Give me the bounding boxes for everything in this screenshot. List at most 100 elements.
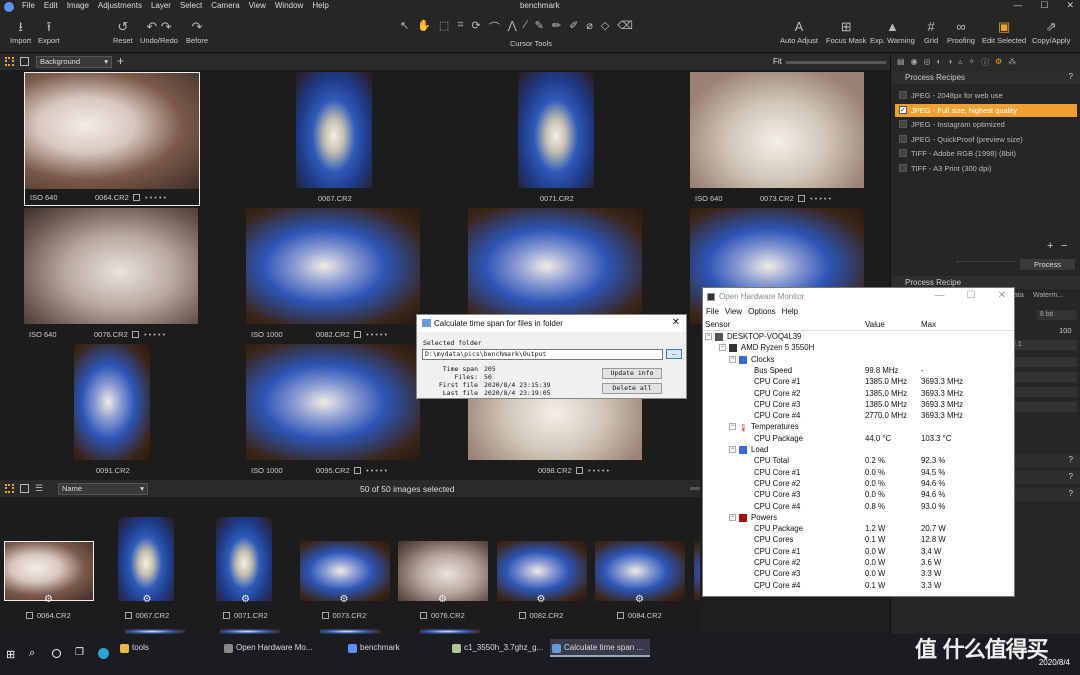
select-checkbox[interactable] bbox=[223, 612, 230, 619]
reset-button[interactable]: ↺ Reset bbox=[113, 19, 133, 45]
sensor-row[interactable]: CPU Core #3 0.0 W 3.3 W bbox=[703, 568, 1014, 579]
sensor-row[interactable]: − Load bbox=[703, 444, 1014, 455]
sensor-row[interactable]: − AMD Ryzen 5 3550H bbox=[703, 342, 1014, 353]
cursor-tool-icon[interactable]: ◇ bbox=[601, 19, 609, 35]
panel-select[interactable] bbox=[1009, 387, 1077, 397]
process-recipes-header[interactable]: Process Recipes ? bbox=[891, 71, 1080, 84]
photo-thumbnail[interactable] bbox=[4, 541, 94, 601]
filmstrip-item[interactable]: ⚙ 0082.CR2 bbox=[496, 505, 587, 623]
rating-stars[interactable]: ••••• bbox=[810, 194, 833, 203]
sensor-row[interactable]: − DESKTOP-VOQ4L39 bbox=[703, 331, 1014, 342]
image-thumbnail-cell[interactable]: ISO 1000 0082.CR2 ••••• bbox=[246, 208, 422, 342]
cursor-tool-icon[interactable]: ⌒ bbox=[489, 19, 500, 35]
cursor-tool-icon[interactable]: ↖ bbox=[400, 19, 409, 35]
cursor-tool-icon[interactable]: ✐ bbox=[569, 19, 578, 35]
proofing-button[interactable]: ∞ Proofing bbox=[947, 19, 975, 45]
cursor-tool-icon[interactable]: ⟳ bbox=[472, 19, 481, 35]
expand-toggle-icon[interactable]: − bbox=[729, 513, 736, 521]
exposure-tab-icon[interactable]: ◐ bbox=[937, 57, 942, 67]
watermark-tab[interactable]: Waterm... bbox=[1033, 292, 1063, 299]
close-icon[interactable]: ✕ bbox=[998, 290, 1006, 301]
panel-section[interactable]: ? bbox=[1009, 454, 1080, 467]
expand-toggle-icon[interactable]: − bbox=[719, 344, 726, 352]
update-info-button[interactable]: Update info bbox=[602, 368, 662, 379]
filmstrip-view-icon[interactable] bbox=[20, 484, 29, 493]
cursor-tool-icon[interactable]: ✏ bbox=[552, 19, 561, 35]
photo-thumbnail[interactable] bbox=[246, 344, 420, 460]
cursor-tool-icon[interactable]: ⋀ bbox=[508, 19, 517, 35]
photo-thumbnail[interactable] bbox=[117, 517, 174, 601]
photo-thumbnail[interactable] bbox=[398, 541, 488, 601]
recipe-item[interactable]: TIFF - A3 Print (300 dpi) bbox=[895, 162, 1077, 175]
close-icon[interactable]: ✕ bbox=[672, 317, 680, 328]
sensor-row[interactable]: − Clocks bbox=[703, 354, 1014, 365]
select-checkbox[interactable] bbox=[576, 467, 583, 474]
lens-tab-icon[interactable]: ◎ bbox=[924, 57, 931, 67]
taskbar-item[interactable]: tools bbox=[118, 639, 216, 657]
menu-item-help[interactable]: Help bbox=[312, 1, 328, 10]
menu-item-edit[interactable]: Edit bbox=[44, 1, 58, 10]
menu-item-camera[interactable]: Camera bbox=[211, 1, 239, 10]
process-button[interactable]: Process bbox=[1020, 259, 1075, 270]
filmstrip-item[interactable]: ⚙ 0084.CR2 bbox=[595, 505, 685, 623]
filmstrip-item[interactable]: ⚙ 0067.CR2 bbox=[103, 505, 193, 623]
taskbar-item[interactable]: Open Hardware Mo... bbox=[222, 639, 340, 657]
panel-section[interactable]: ? bbox=[1009, 488, 1080, 501]
rating-stars[interactable]: ••••• bbox=[366, 330, 389, 339]
photo-thumbnail[interactable] bbox=[216, 517, 272, 601]
panel-select[interactable] bbox=[1009, 372, 1077, 382]
expand-toggle-icon[interactable]: − bbox=[729, 355, 736, 363]
help-icon[interactable]: ? bbox=[1069, 72, 1073, 81]
cursor-tool-icon[interactable]: ✋ bbox=[417, 19, 431, 35]
task-view-icon[interactable]: ❐ bbox=[75, 647, 84, 658]
photo-thumbnail[interactable] bbox=[246, 208, 420, 324]
photo-thumbnail[interactable] bbox=[299, 541, 390, 601]
cursor-tool-icon[interactable]: ⌀ bbox=[586, 19, 593, 35]
sensor-row[interactable]: CPU Core #3 0.0 % 94.6 % bbox=[703, 489, 1014, 500]
sensor-row[interactable]: CPU Core #2 1385.0 MHz 3693.3 MHz bbox=[703, 388, 1014, 399]
folder-path-input[interactable]: D:\mydata\pics\benchmark\Output bbox=[422, 349, 663, 360]
sensor-row[interactable]: CPU Core #1 1385.0 MHz 3693.3 MHz bbox=[703, 376, 1014, 387]
sensor-row[interactable]: − Powers bbox=[703, 512, 1014, 523]
collection-select[interactable]: Background ▾ bbox=[36, 56, 112, 68]
recipe-item[interactable]: ✓ JPEG - Full size, highest quality bbox=[895, 103, 1077, 117]
select-checkbox[interactable] bbox=[354, 331, 361, 338]
photo-thumbnail[interactable] bbox=[24, 208, 198, 324]
sensor-row[interactable]: CPU Core #1 0.0 % 94.5 % bbox=[703, 467, 1014, 478]
cursor-tool-icon[interactable]: ✎ bbox=[535, 19, 544, 35]
color-tab-icon[interactable]: ◑ bbox=[947, 57, 952, 67]
sensor-row[interactable]: CPU Package 1.2 W 20.7 W bbox=[703, 523, 1014, 534]
cursor-tool-icon[interactable]: ∕ bbox=[525, 19, 527, 35]
details-tab-icon[interactable]: ▵ bbox=[958, 57, 962, 67]
menu-item-select[interactable]: Select bbox=[180, 1, 202, 10]
image-thumbnail-cell[interactable]: ISO 640 0076.CR2 ••••• bbox=[24, 208, 200, 342]
photo-thumbnail[interactable] bbox=[693, 541, 700, 601]
filmstrip-item[interactable]: ⚙ 0071.CR2 bbox=[201, 505, 291, 623]
search-icon[interactable]: ⌕ bbox=[29, 647, 35, 660]
quality-value[interactable]: 100 bbox=[1059, 326, 1072, 335]
rating-stars[interactable]: ••••• bbox=[366, 466, 389, 475]
column-header-sensor[interactable]: Sensor bbox=[705, 320, 730, 329]
ohm-menu-view[interactable]: View bbox=[725, 307, 742, 316]
cortana-icon[interactable] bbox=[52, 649, 61, 658]
recipe-item[interactable]: TIFF - Adobe RGB (1998) (8bit) bbox=[895, 147, 1077, 160]
single-view-icon[interactable] bbox=[20, 57, 29, 66]
photo-thumbnail[interactable] bbox=[496, 541, 587, 601]
panel-select[interactable] bbox=[1009, 357, 1077, 367]
metadata-tab-icon[interactable]: ⓘ bbox=[981, 57, 989, 67]
help-icon[interactable]: ? bbox=[1069, 472, 1073, 481]
sort-select[interactable]: Name ▾ bbox=[58, 483, 148, 495]
expand-toggle-icon[interactable]: − bbox=[705, 333, 712, 340]
delete-all-button[interactable]: Delete all bbox=[602, 383, 662, 394]
grid-button[interactable]: # Grid bbox=[924, 19, 938, 45]
image-thumbnail-cell[interactable]: ISO 640 0073.CR2 ••••• bbox=[690, 72, 866, 206]
select-checkbox[interactable] bbox=[518, 612, 526, 619]
sensor-row[interactable]: CPU Core #4 0.1 W 3.3 W bbox=[703, 580, 1014, 591]
edge-icon[interactable] bbox=[98, 648, 109, 659]
filmstrip-item[interactable]: ⚙ 0073.CR2 bbox=[299, 505, 390, 623]
batch-tab-icon[interactable]: ⁂ bbox=[1008, 57, 1016, 67]
photo-thumbnail[interactable] bbox=[595, 541, 685, 601]
select-checkbox[interactable] bbox=[133, 194, 140, 201]
ohm-menu-help[interactable]: Help bbox=[782, 307, 798, 316]
image-thumbnail-cell[interactable]: ISO 640 0064.CR2 ••••• bbox=[24, 72, 200, 206]
